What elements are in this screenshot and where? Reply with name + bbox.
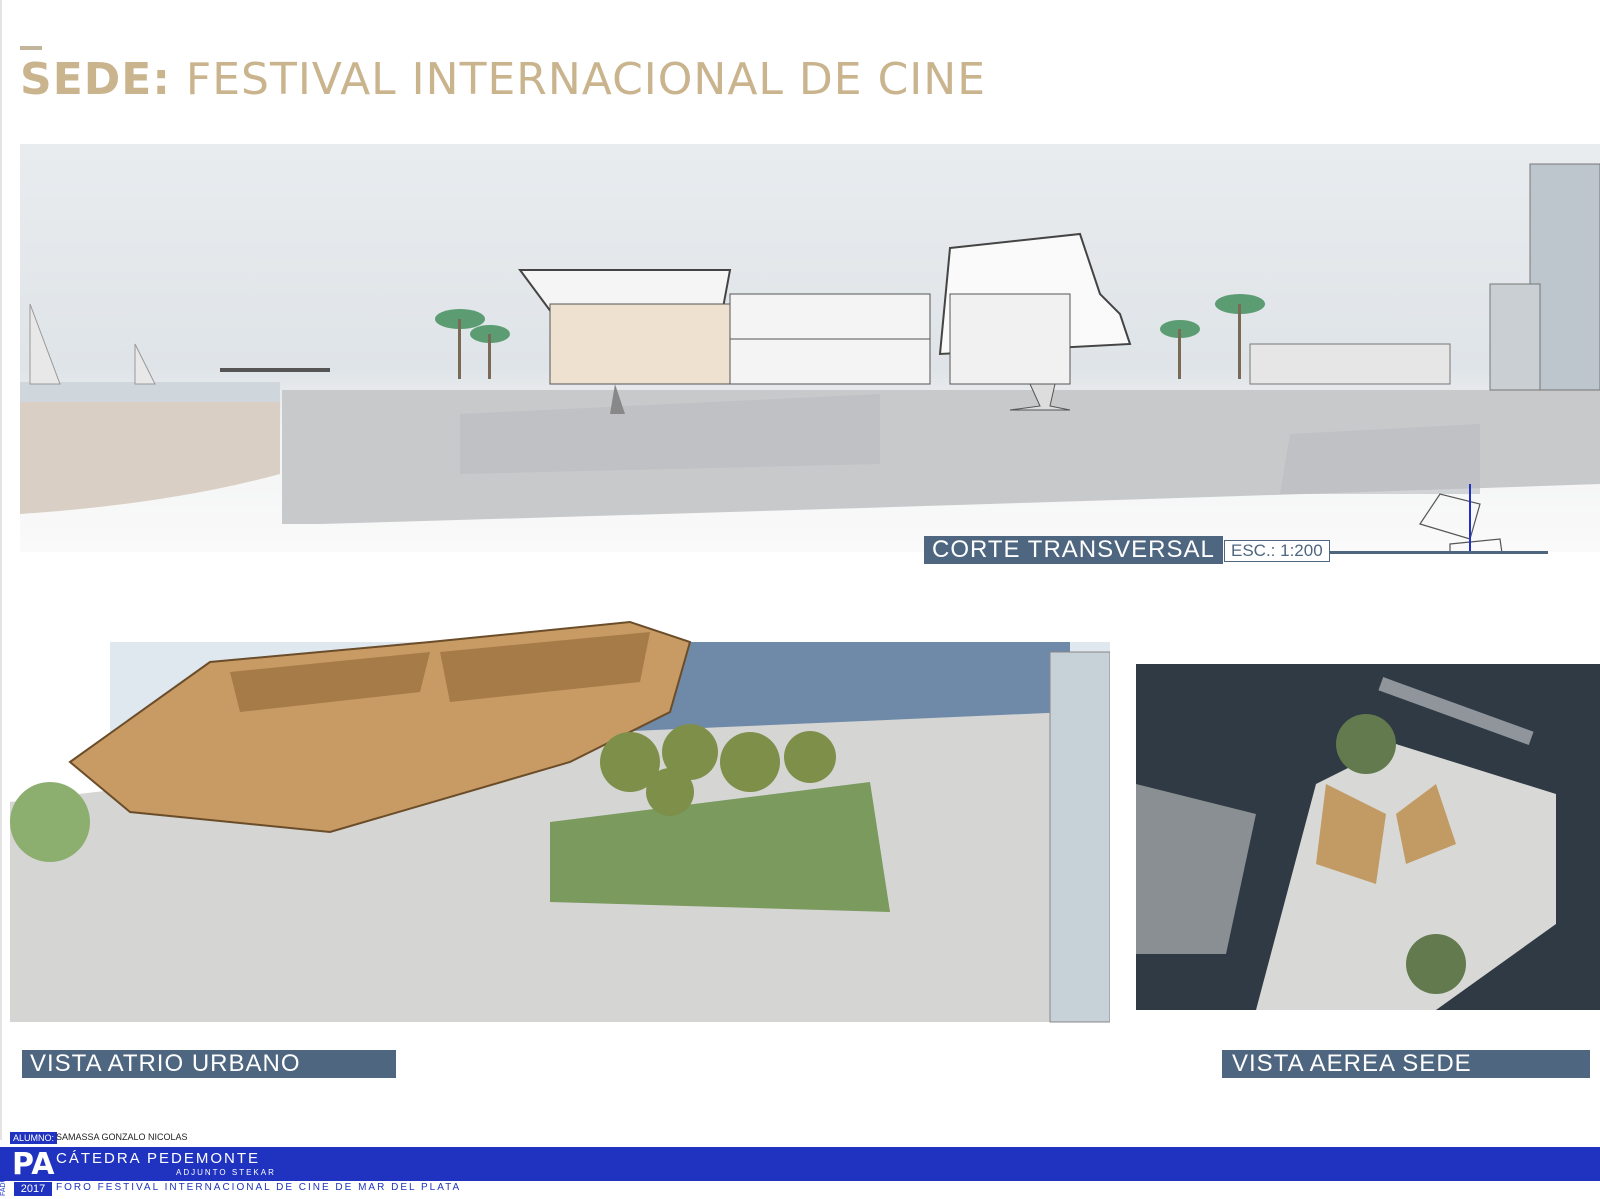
left-tree: [10, 782, 90, 862]
palm-trees-right: [1160, 294, 1265, 379]
vegetation: [1336, 714, 1396, 774]
logo-pa: PA: [12, 1147, 55, 1182]
sailboat-icon: [29, 303, 61, 385]
building-block-left: [549, 303, 741, 385]
vegetation: [1406, 934, 1466, 994]
atrio-illustration: [10, 582, 1110, 1028]
page-title: SEDE: FESTIVAL INTERNACIONAL DE CINE: [20, 54, 986, 105]
section-illustration: [20, 163, 1600, 552]
alumno-tag: ALUMNO:: [10, 1132, 58, 1144]
footer-year: 2017: [14, 1182, 52, 1196]
aerea-illustration: [1136, 664, 1600, 1010]
key-plan: [1419, 484, 1503, 552]
building-hall: [949, 293, 1071, 385]
cross-section-drawing: [20, 144, 1600, 552]
sailboat-icon: [134, 343, 156, 385]
palm-trees-left: [435, 309, 510, 379]
beach-sand: [20, 402, 280, 514]
aerea-label: VISTA AEREA SEDE: [1222, 1050, 1590, 1078]
title-accent-bar: [20, 46, 42, 50]
terminal-building: [1249, 343, 1451, 385]
scale-underline: [1330, 551, 1548, 554]
page-left-rule: [0, 0, 2, 1140]
alumno-name: SAMASSA GONZALO NICOLAS: [56, 1132, 188, 1142]
footer-side-text: FADU/UBA: [0, 1160, 7, 1196]
silo-annex: [1489, 283, 1541, 391]
silo: [1049, 651, 1110, 1023]
section-label: CORTE TRANSVERSAL: [924, 536, 1223, 564]
catedra-name: CÁTEDRA PEDEMONTE: [56, 1150, 261, 1167]
atrio-label: VISTA ATRIO URBANO: [22, 1050, 396, 1078]
section-scale: ESC.: 1:200: [1224, 540, 1330, 562]
pier: [220, 368, 330, 372]
adjunto-name: ADJUNTO STEKAR: [176, 1168, 276, 1177]
foro-title: FORO FESTIVAL INTERNACIONAL DE CINE DE M…: [56, 1182, 462, 1193]
atrio-render: [10, 582, 1110, 1028]
aerea-render: [1136, 664, 1600, 1010]
ground-hatch: [1280, 424, 1480, 494]
